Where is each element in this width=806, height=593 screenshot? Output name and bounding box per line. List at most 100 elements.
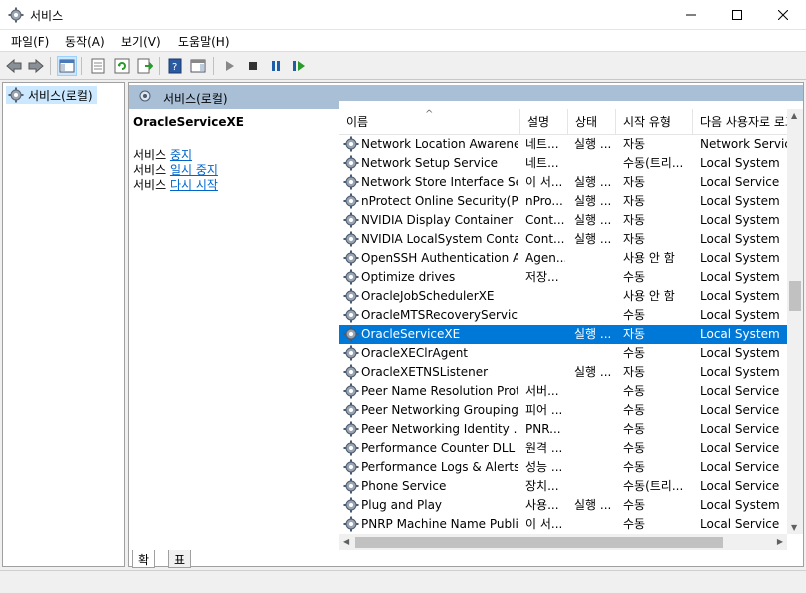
service-logon-cell: Local System: [700, 232, 780, 246]
service-row[interactable]: Peer Networking Identity ... PNR... 수동 Loca…: [339, 420, 789, 439]
service-row[interactable]: OpenSSH Authentication A... Agen... 사용 안 함…: [339, 249, 789, 268]
service-gear-icon: [343, 307, 359, 323]
service-logon-cell: Local Service: [700, 479, 780, 493]
horizontal-scrollbar[interactable]: ◀ ▶: [339, 534, 787, 550]
vertical-scrollbar[interactable]: ▲ ▼: [787, 109, 803, 534]
service-gear-icon: [343, 440, 359, 456]
service-row[interactable]: OracleJobSchedulerXE 사용 안 함 Local System: [339, 287, 789, 306]
stop-service-link[interactable]: 중지: [170, 148, 192, 162]
service-logon-cell: Local System: [700, 270, 780, 284]
service-startup-type-cell: 자동: [623, 213, 646, 227]
service-row[interactable]: OracleXEClrAgent 수동 Local System: [339, 344, 789, 363]
service-row[interactable]: Optimize drives 저장... 수동 Local System: [339, 268, 789, 287]
service-row[interactable]: PNRP Machine Name Publi... 이 서... 수동 Local …: [339, 515, 789, 534]
maximize-button[interactable]: [714, 0, 760, 30]
help-button[interactable]: ?: [165, 56, 185, 76]
service-status-cell: [574, 249, 616, 268]
service-name-cell: Phone Service: [361, 479, 447, 493]
service-startup-type-cell: 수동: [623, 346, 646, 360]
forward-button[interactable]: [26, 56, 46, 76]
vertical-scroll-thumb[interactable]: [789, 281, 801, 311]
service-startup-type-cell: 수동: [623, 422, 646, 436]
service-logon-cell: Local Service: [700, 441, 780, 455]
scroll-right-icon[interactable]: ▶: [777, 537, 783, 546]
service-startup-type-cell: 수동: [623, 498, 646, 512]
service-description-cell: 이 서...: [525, 517, 563, 531]
service-status-cell: 실행 ...: [574, 365, 612, 379]
service-name-cell: NVIDIA Display Container LS: [361, 213, 518, 227]
service-description-cell: 사용...: [525, 498, 559, 512]
service-logon-cell: Local Service: [700, 384, 780, 398]
scroll-down-icon[interactable]: ▼: [791, 523, 797, 532]
service-description-cell: 피어 ...: [525, 403, 563, 417]
service-startup-type-cell: 자동: [623, 175, 646, 189]
service-name-cell: NVIDIA LocalSystem Conta...: [361, 232, 518, 246]
services-pane: 서비스(로컬) OracleServiceXE 서비스 중지 서비스 일시 중지…: [128, 82, 804, 567]
show-action-pane-button[interactable]: [188, 56, 208, 76]
service-row[interactable]: Performance Logs & Alerts 성능 ... 수동 Local S…: [339, 458, 789, 477]
service-row[interactable]: OracleXETNSListener 실행 ... 자동 Local System: [339, 363, 789, 382]
action-pane-icon: [190, 59, 206, 73]
start-service-button[interactable]: [220, 56, 240, 76]
menu-view[interactable]: 보기(V): [121, 33, 161, 50]
minimize-icon: [686, 14, 696, 16]
service-name-cell: OracleXETNSListener: [361, 365, 489, 379]
minimize-button[interactable]: [668, 0, 714, 30]
refresh-button[interactable]: [112, 56, 132, 76]
service-row[interactable]: Network Setup Service 네트... 수동(트리... Local …: [339, 154, 789, 173]
pause-service-link[interactable]: 일시 중지: [170, 163, 218, 177]
help-book-icon: ?: [168, 58, 182, 74]
service-startup-type-cell: 사용 안 함: [623, 289, 675, 303]
menu-bar: 파일(F) 동작(A) 보기(V) 도움말(H): [0, 30, 806, 52]
service-gear-icon: [343, 193, 359, 209]
column-header-description[interactable]: 설명: [520, 109, 568, 135]
service-row[interactable]: OracleServiceXE 실행 ... 자동 Local System: [339, 325, 789, 344]
service-gear-icon: [343, 231, 359, 247]
action-stop-line: 서비스 중지: [133, 148, 333, 163]
show-console-tree-button[interactable]: [57, 56, 77, 76]
column-header-status[interactable]: 상태: [568, 109, 616, 135]
export-list-button[interactable]: [135, 56, 155, 76]
service-row[interactable]: Network Store Interface Se... 이 서... 실행 ..…: [339, 173, 789, 192]
service-row[interactable]: NVIDIA LocalSystem Conta... Cont... 실행 ...…: [339, 230, 789, 249]
service-startup-type-cell: 수동: [623, 517, 646, 531]
service-row[interactable]: NVIDIA Display Container LS Cont... 실행 ...…: [339, 211, 789, 230]
column-header-name[interactable]: 이름: [339, 109, 520, 135]
service-gear-icon: [343, 288, 359, 304]
close-button[interactable]: [760, 0, 806, 30]
service-row[interactable]: Performance Counter DLL ... 원격 ... 수동 Local…: [339, 439, 789, 458]
menu-file[interactable]: 파일(F): [11, 33, 49, 50]
service-status-cell: [574, 477, 616, 496]
restart-service-button[interactable]: [289, 56, 309, 76]
column-header-log-on-as[interactable]: 다음 사용자로 로그온: [693, 109, 789, 135]
menu-help[interactable]: 도움말(H): [178, 33, 230, 50]
service-row[interactable]: nProtect Online Security(P... nPro... 실행 .…: [339, 192, 789, 211]
service-logon-cell: Local System: [700, 251, 780, 265]
service-row[interactable]: Peer Name Resolution Prot... 서버... 수동 Local…: [339, 382, 789, 401]
service-logon-cell: Local System: [700, 498, 780, 512]
service-name-cell: Peer Name Resolution Prot...: [361, 384, 518, 398]
service-row[interactable]: Phone Service 장치... 수동(트리... Local Service: [339, 477, 789, 496]
service-row[interactable]: Network Location Awareness 네트... 실행 ... 자동 N…: [339, 135, 789, 154]
column-header-startup-type[interactable]: 시작 유형: [616, 109, 693, 135]
service-row[interactable]: Peer Networking Grouping 피어 ... 수동 Local Se…: [339, 401, 789, 420]
horizontal-scroll-thumb[interactable]: [355, 537, 723, 548]
service-status-cell: 실행 ...: [574, 327, 612, 341]
tab-standard[interactable]: 표준: [168, 550, 192, 584]
pause-service-button[interactable]: [266, 56, 286, 76]
service-gear-icon: [343, 155, 359, 171]
service-status-cell: [574, 344, 616, 363]
tree-node-services-local[interactable]: 서비스(로컬): [6, 86, 97, 104]
back-button[interactable]: [4, 56, 24, 76]
service-description-cell: Agen...: [525, 251, 565, 265]
stop-service-button[interactable]: [243, 56, 263, 76]
menu-action[interactable]: 동작(A): [65, 33, 105, 50]
properties-button[interactable]: [88, 56, 108, 76]
service-row[interactable]: Plug and Play 사용... 실행 ... 수동 Local System: [339, 496, 789, 515]
restart-service-link[interactable]: 다시 시작: [170, 178, 218, 192]
service-row[interactable]: OracleMTSRecoveryService 수동 Local System: [339, 306, 789, 325]
scroll-left-icon[interactable]: ◀: [343, 537, 349, 546]
tab-extended[interactable]: 확장: [132, 550, 156, 584]
scroll-up-icon[interactable]: ▲: [791, 111, 797, 120]
service-startup-type-cell: 자동: [623, 232, 646, 246]
